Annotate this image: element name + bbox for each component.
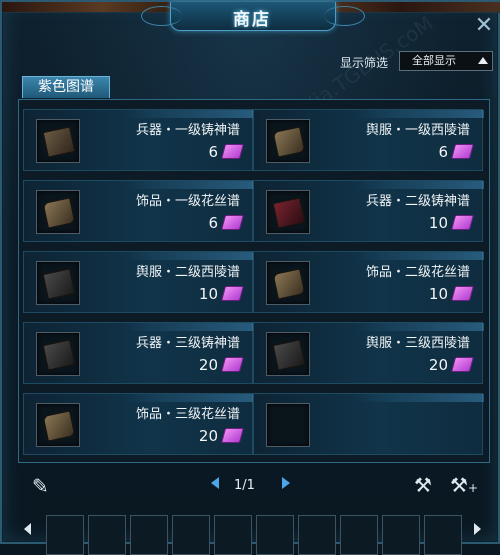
bottom-slot[interactable] bbox=[214, 515, 252, 555]
shop-item-card[interactable]: 舆服・三级西陵谱 20 bbox=[253, 322, 484, 384]
weapon-recipe-icon bbox=[42, 339, 76, 371]
shop-item-card[interactable]: 兵器・二级铸神谱 10 bbox=[253, 180, 484, 242]
item-slot[interactable] bbox=[36, 119, 80, 163]
item-name: 饰品・一级花丝谱 bbox=[135, 194, 240, 209]
shop-item-card-empty bbox=[253, 393, 484, 455]
bottom-slot[interactable] bbox=[382, 515, 420, 555]
item-slot[interactable] bbox=[266, 119, 310, 163]
bottom-slot[interactable] bbox=[88, 515, 126, 555]
filter-select[interactable]: 全部显示 bbox=[399, 51, 493, 71]
purple-ticket-icon bbox=[450, 357, 475, 372]
item-price: 20 bbox=[198, 356, 218, 374]
weapon-recipe-icon bbox=[272, 197, 306, 229]
dropdown-arrow-icon bbox=[478, 57, 488, 64]
shop-item-card[interactable]: 饰品・三级花丝谱 20 bbox=[23, 393, 254, 455]
tab-purple-recipes[interactable]: 紫色图谱 bbox=[22, 76, 110, 98]
item-name: 兵器・三级铸神谱 bbox=[135, 336, 240, 351]
item-name: 舆服・三级西陵谱 bbox=[365, 336, 470, 351]
item-price: 6 bbox=[208, 214, 218, 232]
item-price: 6 bbox=[208, 143, 218, 161]
window-title: 商店 bbox=[233, 10, 271, 30]
bottom-slot[interactable] bbox=[298, 515, 336, 555]
item-price: 6 bbox=[438, 143, 448, 161]
bottom-slot[interactable] bbox=[46, 515, 84, 555]
hammer-icon[interactable]: ⚒ bbox=[414, 473, 432, 497]
item-name: 饰品・三级花丝谱 bbox=[135, 407, 240, 422]
bottom-slot[interactable] bbox=[424, 515, 462, 555]
shop-item-card[interactable]: 舆服・一级西陵谱 6 bbox=[253, 109, 484, 171]
purple-ticket-icon bbox=[450, 286, 475, 301]
accessory-recipe-icon bbox=[272, 268, 306, 300]
weapon-recipe-icon bbox=[42, 126, 76, 158]
accessory-recipe-icon bbox=[42, 410, 76, 442]
shop-item-card[interactable]: 兵器・三级铸神谱 20 bbox=[23, 322, 254, 384]
bottom-slot[interactable] bbox=[340, 515, 378, 555]
bottom-slot-bar bbox=[18, 513, 488, 555]
page-indicator: 1/1 bbox=[234, 478, 255, 493]
purple-ticket-icon bbox=[220, 286, 245, 301]
purple-ticket-icon bbox=[450, 144, 475, 159]
item-price: 10 bbox=[428, 214, 448, 232]
item-name: 舆服・一级西陵谱 bbox=[365, 123, 470, 138]
shop-item-card[interactable]: 舆服・二级西陵谱 10 bbox=[23, 251, 254, 313]
purple-ticket-icon bbox=[220, 428, 245, 443]
item-panel: 兵器・一级铸神谱 6 舆服・一级西陵谱 6 饰品・一级花丝谱 6 兵器・二级铸神… bbox=[18, 99, 490, 463]
purple-ticket-icon bbox=[450, 215, 475, 230]
item-price: 20 bbox=[428, 356, 448, 374]
item-slot[interactable] bbox=[36, 403, 80, 447]
armor-recipe-icon bbox=[272, 126, 306, 158]
item-price: 20 bbox=[198, 427, 218, 445]
accessory-recipe-icon bbox=[42, 197, 76, 229]
item-slot[interactable] bbox=[36, 190, 80, 234]
shop-window: WuXia.TGBUS.coM WuXia.TGBUS.coM WuXia.TG… bbox=[0, 0, 500, 555]
purple-ticket-icon bbox=[220, 215, 245, 230]
shop-item-card[interactable]: 饰品・一级花丝谱 6 bbox=[23, 180, 254, 242]
shop-item-card[interactable]: 兵器・一级铸神谱 6 bbox=[23, 109, 254, 171]
bottom-slot[interactable] bbox=[172, 515, 210, 555]
item-slot[interactable] bbox=[266, 190, 310, 234]
armor-recipe-icon bbox=[272, 339, 306, 371]
bottom-next-icon[interactable] bbox=[474, 523, 481, 535]
sell-icon[interactable]: ✎ bbox=[32, 474, 49, 498]
purple-ticket-icon bbox=[220, 357, 245, 372]
item-slot[interactable] bbox=[36, 261, 80, 305]
item-slot[interactable] bbox=[266, 261, 310, 305]
filter-label: 显示筛选 bbox=[340, 56, 389, 70]
item-name: 兵器・二级铸神谱 bbox=[365, 194, 470, 209]
close-icon[interactable]: ✕ bbox=[474, 15, 494, 37]
item-price: 10 bbox=[428, 285, 448, 303]
shop-item-card[interactable]: 饰品・二级花丝谱 10 bbox=[253, 251, 484, 313]
empty-item-slot[interactable] bbox=[266, 403, 310, 447]
hammer-plus-icon[interactable]: ⚒+ bbox=[450, 473, 478, 497]
next-page-icon[interactable] bbox=[282, 477, 290, 489]
purple-ticket-icon bbox=[220, 144, 245, 159]
item-name: 兵器・一级铸神谱 bbox=[135, 123, 240, 138]
item-price: 10 bbox=[198, 285, 218, 303]
bottom-slot[interactable] bbox=[256, 515, 294, 555]
item-slot[interactable] bbox=[266, 332, 310, 376]
item-name: 舆服・二级西陵谱 bbox=[135, 265, 240, 280]
armor-recipe-icon bbox=[42, 268, 76, 300]
item-name: 饰品・二级花丝谱 bbox=[365, 265, 470, 280]
item-slot[interactable] bbox=[36, 332, 80, 376]
prev-page-icon[interactable] bbox=[211, 477, 219, 489]
bottom-slot[interactable] bbox=[130, 515, 168, 555]
filter-selected-value: 全部显示 bbox=[412, 54, 456, 67]
